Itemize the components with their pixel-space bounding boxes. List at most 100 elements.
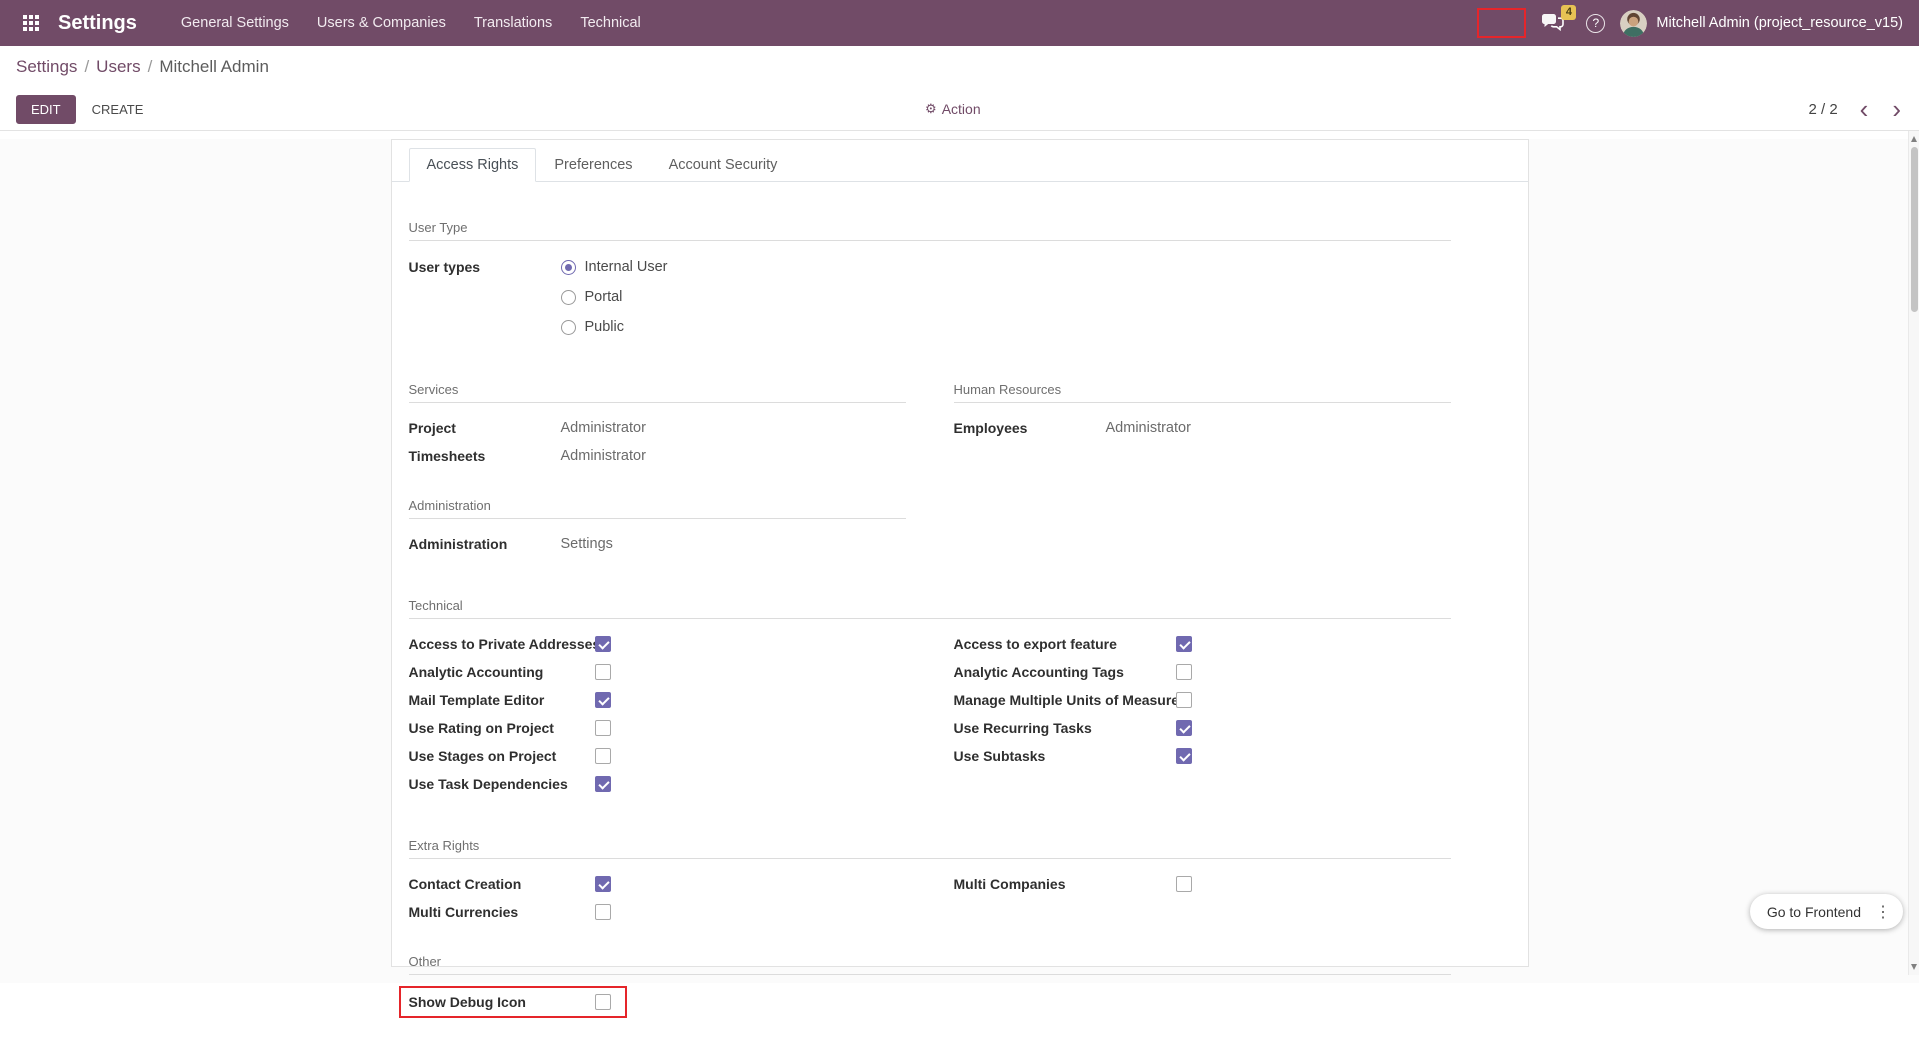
field-label: Use Subtasks <box>954 748 1176 764</box>
technical-right-column: Access to export feature Analytic Accoun… <box>954 630 1451 770</box>
gear-icon: ⚙ <box>925 101 937 117</box>
checkbox[interactable] <box>1176 636 1192 652</box>
extra-rights-left-column: Contact Creation Multi Currencies <box>409 870 906 926</box>
section-other: Other Show Debug Icon <box>409 954 1451 1018</box>
checkbox[interactable] <box>595 776 611 792</box>
field-row-show-debug-icon: Show Debug Icon <box>399 986 627 1018</box>
field-row: Timesheets Administrator <box>409 442 906 470</box>
section-heading: Human Resources <box>954 382 1451 403</box>
action-menu-button[interactable]: ⚙ Action <box>925 101 981 117</box>
field-row: Use Stages on Project <box>409 742 906 770</box>
checkbox[interactable] <box>1176 664 1192 680</box>
checkbox[interactable] <box>595 748 611 764</box>
app-title[interactable]: Settings <box>58 12 137 35</box>
menu-technical[interactable]: Technical <box>566 2 654 44</box>
checkbox[interactable] <box>1176 748 1192 764</box>
radio-option-portal[interactable]: Portal <box>561 282 1451 312</box>
checkbox[interactable] <box>595 692 611 708</box>
radio-icon[interactable] <box>561 320 576 335</box>
field-label: Use Task Dependencies <box>409 776 595 792</box>
checkbox[interactable] <box>1176 720 1192 736</box>
apps-menu-button[interactable] <box>16 8 46 38</box>
pager-count[interactable]: 2 / 2 <box>1808 101 1837 118</box>
go-to-frontend-button[interactable]: Go to Frontend ⋮ <box>1750 894 1903 929</box>
create-button[interactable]: CREATE <box>92 102 144 117</box>
checkbox[interactable] <box>595 664 611 680</box>
section-services-hr: Services Project Administrator Timesheet… <box>409 382 1451 470</box>
menu-general-settings[interactable]: General Settings <box>167 2 303 44</box>
section-heading: User Type <box>409 220 1451 241</box>
group-services: Services Project Administrator Timesheet… <box>409 382 906 470</box>
user-menu[interactable]: Mitchell Admin (project_resource_v15) <box>1620 10 1903 37</box>
field-row: Analytic Accounting <box>409 658 906 686</box>
field-label: Timesheets <box>409 448 561 464</box>
checkbox[interactable] <box>595 876 611 892</box>
checkbox[interactable] <box>595 720 611 736</box>
field-label: User types <box>409 252 561 275</box>
tab-preferences[interactable]: Preferences <box>536 148 650 182</box>
sheet-body: User Type User types Internal User Porta… <box>392 220 1528 1038</box>
field-label: Access to Private Addresses <box>409 636 595 652</box>
pager-previous-icon[interactable]: ‹ <box>1858 99 1871 119</box>
scrollbar-thumb[interactable] <box>1911 147 1918 312</box>
field-row: Analytic Accounting Tags <box>954 658 1451 686</box>
menu-users-companies[interactable]: Users & Companies <box>303 2 460 44</box>
messages-menu-button[interactable]: 4 <box>1541 13 1565 33</box>
messages-counter-badge: 4 <box>1561 5 1576 20</box>
field-row: Use Recurring Tasks <box>954 714 1451 742</box>
user-name: Mitchell Admin (project_resource_v15) <box>1656 15 1903 31</box>
field-value: Administrator <box>1106 420 1451 436</box>
technical-left-column: Access to Private Addresses Analytic Acc… <box>409 630 906 798</box>
section-heading: Extra Rights <box>409 838 1451 859</box>
field-value: Administrator <box>561 448 906 464</box>
field-label: Use Rating on Project <box>409 720 595 736</box>
vertical-scrollbar[interactable] <box>1908 131 1919 975</box>
checkbox[interactable] <box>595 904 611 920</box>
checkbox[interactable] <box>1176 692 1192 708</box>
scroll-down-icon[interactable] <box>1911 964 1917 970</box>
section-technical: Technical Access to Private Addresses An… <box>409 598 1451 798</box>
radio-option-public[interactable]: Public <box>561 312 1451 342</box>
question-mark-icon: ? <box>1593 16 1600 30</box>
field-label: Project <box>409 420 561 436</box>
help-button[interactable]: ? <box>1586 14 1605 33</box>
breadcrumb-settings[interactable]: Settings <box>16 57 77 77</box>
field-row: User types Internal User Portal Publi <box>409 252 1451 342</box>
field-value: Administrator <box>561 420 906 436</box>
field-label: Contact Creation <box>409 876 595 892</box>
pager-next-icon[interactable]: › <box>1890 99 1903 119</box>
scroll-up-icon[interactable] <box>1911 136 1917 142</box>
kebab-menu-icon[interactable]: ⋮ <box>1873 902 1893 922</box>
content-area: Access Rights Preferences Account Securi… <box>0 139 1919 983</box>
field-label: Show Debug Icon <box>409 994 595 1010</box>
field-label: Manage Multiple Units of Measure <box>954 692 1176 708</box>
field-label: Use Stages on Project <box>409 748 595 764</box>
group-administration: Administration Administration Settings <box>409 498 906 558</box>
section-heading: Other <box>409 954 1451 975</box>
field-label: Multi Companies <box>954 876 1176 892</box>
checkbox[interactable] <box>1176 876 1192 892</box>
menu-translations[interactable]: Translations <box>460 2 566 44</box>
radio-icon[interactable] <box>561 290 576 305</box>
section-administration: Administration Administration Settings <box>409 498 1451 558</box>
tab-access-rights[interactable]: Access Rights <box>409 148 537 182</box>
breadcrumb-users[interactable]: Users <box>96 57 140 77</box>
top-menu: General Settings Users & Companies Trans… <box>167 2 655 44</box>
checkbox[interactable] <box>595 636 611 652</box>
section-heading: Administration <box>409 498 906 519</box>
highlight-box-debug-icon-area <box>1477 8 1526 38</box>
radio-option-internal-user[interactable]: Internal User <box>561 252 1451 282</box>
field-row: Administration Settings <box>409 530 906 558</box>
field-row: Contact Creation <box>409 870 906 898</box>
extra-rights-right-column: Multi Companies <box>954 870 1451 898</box>
radio-icon[interactable] <box>561 260 576 275</box>
checkbox-show-debug-icon[interactable] <box>595 994 611 1010</box>
pager: 2 / 2 ‹ › <box>1808 99 1903 119</box>
field-row: Project Administrator <box>409 414 906 442</box>
field-label: Employees <box>954 420 1106 436</box>
section-user-type: User Type User types Internal User Porta… <box>409 220 1451 342</box>
edit-button[interactable]: EDIT <box>16 95 76 124</box>
radio-label: Portal <box>585 289 623 305</box>
navbar-right: 4 ? Mitchell Admin (project_resource_v15… <box>1477 8 1903 38</box>
tab-account-security[interactable]: Account Security <box>651 148 796 182</box>
